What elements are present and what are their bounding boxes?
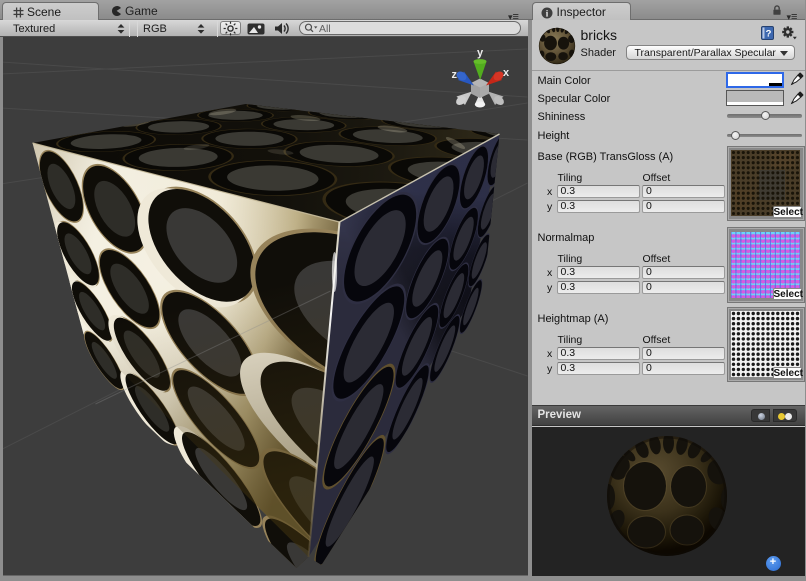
svg-text:y: y — [477, 47, 484, 59]
svg-text:?: ? — [765, 28, 771, 39]
svg-text:z: z — [451, 69, 457, 81]
svg-text:x: x — [503, 67, 510, 79]
